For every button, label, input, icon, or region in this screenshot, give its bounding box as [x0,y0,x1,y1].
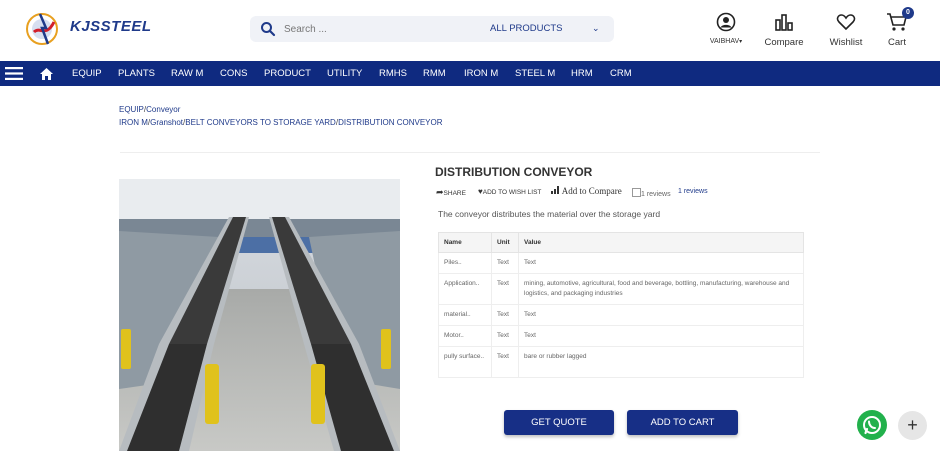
breadcrumb-link[interactable]: IRON M [119,118,148,127]
divider [120,152,820,153]
breadcrumb: IRON M/Granshot/BELT CONVEYORS TO STORAG… [119,118,443,127]
nav-item-crm[interactable]: CRM [610,68,632,79]
product-description: The conveyor distributes the material ov… [438,209,661,219]
product-title: DISTRIBUTION CONVEYOR [435,165,593,179]
wishlist-label: Wishlist [829,37,863,48]
column-header: Name [438,232,492,253]
nav-item-equip[interactable]: EQUIP [72,68,102,79]
add-to-compare-button[interactable]: Add to Compare [551,186,622,196]
spec-value: Text [518,325,804,347]
account-label: VAIBHAV▾ [709,38,743,45]
broken-image-icon [632,188,641,197]
compare-icon [551,186,562,196]
spec-value: Text [518,304,804,326]
column-header: Unit [491,232,519,253]
breadcrumb-link[interactable]: Conveyor [146,105,180,114]
reviews-link[interactable]: 1 reviews [678,188,708,195]
table-header-row: Name Unit Value [438,232,804,253]
plus-icon[interactable]: + [898,411,927,440]
add-to-wishlist-button[interactable]: ♥ADD TO WISH LIST [478,187,541,196]
nav-item-utility[interactable]: UTILITY [327,68,362,79]
spec-value: Text [518,252,804,274]
hamburger-menu-icon[interactable] [5,66,23,86]
search-bar: ALL PRODUCTS ⌄ [250,16,614,42]
main-nav: EQUIP PLANTS RAW M CONS PRODUCT UTILITY … [0,61,940,86]
wishlist-button[interactable]: Wishlist [825,12,867,48]
search-input[interactable] [284,20,474,38]
compare-label: Compare [764,37,804,48]
breadcrumb: EQUIP/Conveyor [119,105,181,114]
share-icon: ➦ [436,187,444,197]
nav-item-iron-m[interactable]: IRON M [464,68,498,79]
nav-item-rmm[interactable]: RMM [423,68,446,79]
spec-name: Application.. [438,273,492,305]
search-category-select[interactable]: ALL PRODUCTS [490,23,563,34]
brand-logo-icon[interactable] [22,8,66,48]
compare-icon [763,12,805,37]
spec-unit: Text [491,325,519,347]
nav-item-product[interactable]: PRODUCT [264,68,311,79]
nav-item-cons[interactable]: CONS [220,68,247,79]
spec-unit: Text [491,252,519,274]
breadcrumb-link[interactable]: DISTRIBUTION CONVEYOR [338,118,442,127]
spec-name: Motor.. [438,325,492,347]
product-image[interactable] [119,179,400,451]
nav-item-rmhs[interactable]: RMHS [379,68,407,79]
nav-item-hrm[interactable]: HRM [571,68,593,79]
specs-table: Name Unit Value Piles.. Text Text Applic… [438,232,804,378]
breadcrumb-link[interactable]: BELT CONVEYORS TO STORAGE YARD [185,118,336,127]
breadcrumb-link[interactable]: EQUIP [119,105,144,114]
spec-unit: Text [491,346,519,378]
table-row: pully surface.. Text bare or rubber lagg… [438,346,804,378]
column-header: Value [518,232,804,253]
user-icon [706,12,746,37]
spec-value: bare or rubber lagged [518,346,804,378]
breadcrumb-link[interactable]: Granshot [150,118,183,127]
brand-name[interactable]: KJSSTEEL [70,18,152,35]
chevron-down-icon[interactable]: ⌄ [592,23,600,34]
add-to-cart-button[interactable]: ADD TO CART [627,410,738,435]
spec-name: pully surface.. [438,346,492,378]
nav-item-steel-m[interactable]: STEEL M [515,68,555,79]
nav-item-raw-m[interactable]: RAW M [171,68,203,79]
table-row: material.. Text Text [438,304,804,326]
reviews-image: 1 reviews [632,188,671,198]
spec-name: material.. [438,304,492,326]
compare-button[interactable]: Compare [763,12,805,48]
account-menu[interactable]: VAIBHAV▾ [706,12,746,45]
spec-unit: Text [491,273,519,305]
share-button[interactable]: ➦SHARE [436,187,466,198]
table-row: Motor.. Text Text [438,325,804,347]
cart-count-badge: 0 [902,7,914,19]
nav-item-plants[interactable]: PLANTS [118,68,155,79]
spec-unit: Text [491,304,519,326]
whatsapp-chat-button[interactable] [857,410,887,440]
cart-label: Cart [888,37,906,48]
search-icon[interactable] [260,21,276,37]
spec-name: Piles.. [438,252,492,274]
table-row: Application.. Text mining, automotive, a… [438,273,804,305]
get-quote-button[interactable]: GET QUOTE [504,410,614,435]
table-row: Piles.. Text Text [438,252,804,274]
spec-value: mining, automotive, agricultural, food a… [518,273,804,305]
whatsapp-icon [857,416,887,444]
heart-icon [825,12,867,37]
home-icon[interactable] [40,67,53,85]
